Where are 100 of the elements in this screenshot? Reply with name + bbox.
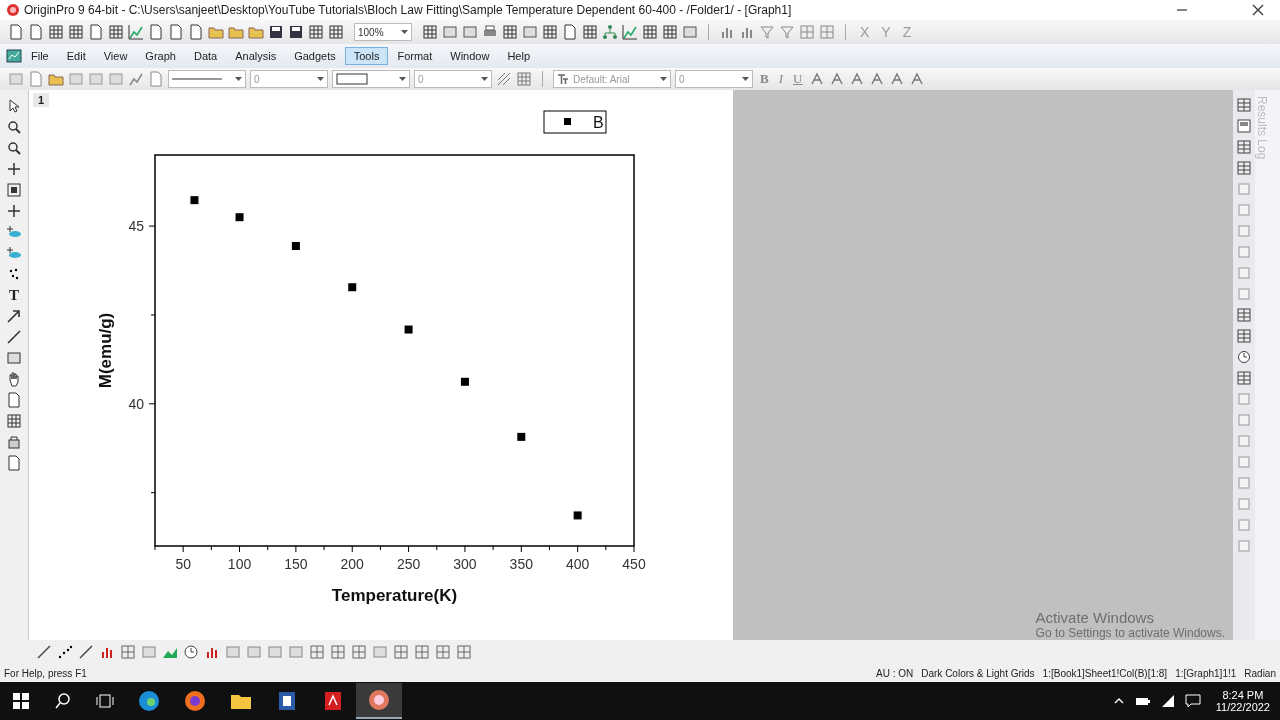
caret-icon (481, 77, 488, 81)
app-icon[interactable] (368, 689, 390, 711)
grid-icon[interactable] (48, 24, 64, 40)
tick-mark (150, 314, 156, 316)
axis-title: Temperature(K) (331, 586, 458, 605)
pdf-icon[interactable] (322, 690, 344, 712)
zoom-dropdown[interactable]: 100% (354, 23, 412, 41)
crosshair-icon[interactable] (6, 161, 22, 177)
page-icon[interactable] (562, 24, 578, 40)
funnel-icon[interactable] (759, 24, 775, 40)
close-icon[interactable] (1252, 4, 1264, 16)
menu-item[interactable]: Graph (136, 47, 185, 65)
task-view-icon[interactable] (96, 692, 114, 710)
line-style-dropdown[interactable] (168, 70, 246, 88)
format-icon[interactable] (829, 71, 846, 87)
status-help-text: For Help, press F1 (4, 667, 87, 679)
line-icon[interactable] (6, 329, 22, 345)
tick-label: 150 (284, 556, 308, 572)
page-icon[interactable] (148, 71, 164, 87)
format-icon[interactable] (809, 71, 826, 87)
pattern-icon[interactable] (496, 71, 512, 87)
grid-icon[interactable] (422, 24, 438, 40)
graph-window-icon[interactable] (6, 48, 22, 64)
page-icon[interactable] (88, 24, 104, 40)
pointer-icon[interactable] (6, 98, 22, 114)
box-icon[interactable] (6, 350, 22, 366)
windows-start-icon[interactable] (12, 692, 30, 710)
menu-item[interactable]: Tools (344, 47, 389, 65)
tick-mark (210, 545, 212, 551)
grid-icon[interactable] (502, 24, 518, 40)
menu-item[interactable]: Data (184, 47, 227, 65)
tick-mark (492, 545, 494, 551)
grid-icon[interactable] (582, 24, 598, 40)
tick-label: 40 (128, 395, 144, 412)
save-icon[interactable] (268, 24, 284, 40)
format-icon[interactable] (869, 71, 886, 87)
crosshair-icon[interactable] (6, 203, 22, 219)
data-point (291, 242, 300, 250)
search-icon[interactable] (54, 692, 72, 710)
tick-label: 400 (565, 556, 590, 572)
grid-icon[interactable] (68, 24, 84, 40)
grid-icon[interactable] (662, 24, 678, 40)
arrow-icon[interactable] (6, 308, 22, 324)
grid-icon[interactable] (6, 182, 22, 198)
grid-icon[interactable] (6, 413, 22, 429)
page-icon[interactable] (168, 24, 184, 40)
document-icon[interactable] (276, 690, 298, 712)
menu-item[interactable]: Format (388, 47, 442, 65)
page-icon[interactable] (28, 71, 44, 87)
tree-icon[interactable] (602, 24, 618, 40)
format-icon[interactable] (889, 71, 906, 87)
page-icon[interactable] (28, 24, 44, 40)
line-icon[interactable] (36, 644, 52, 660)
box-icon[interactable] (522, 24, 538, 40)
menu-item[interactable]: Gadgets (285, 47, 345, 65)
text-tool[interactable]: T (9, 287, 19, 303)
clock-icon[interactable] (183, 644, 199, 660)
grid-icon[interactable] (108, 24, 124, 40)
legend-box (543, 110, 607, 134)
page-icon[interactable] (148, 24, 164, 40)
browser-icon[interactable] (138, 690, 160, 712)
menu-item[interactable]: Edit (57, 47, 95, 65)
browser-icon[interactable] (184, 690, 206, 712)
wifi-icon[interactable] (1160, 694, 1175, 708)
notification-icon[interactable] (1184, 694, 1201, 708)
zoom-icon[interactable] (6, 119, 22, 135)
clock-icon[interactable] (1237, 350, 1251, 364)
format-icon[interactable] (849, 71, 866, 87)
tick-mark (267, 545, 269, 551)
grid-icon[interactable] (328, 24, 344, 40)
grid-icon[interactable] (642, 24, 658, 40)
page-icon[interactable] (6, 392, 22, 408)
border-style-dropdown[interactable] (332, 70, 410, 88)
tick-mark (577, 545, 579, 553)
page-icon[interactable] (188, 24, 204, 40)
caret-icon (660, 77, 667, 81)
menu-item[interactable]: View (94, 47, 137, 65)
page-icon[interactable] (6, 455, 22, 471)
tick-mark (148, 225, 156, 227)
funnel-icon[interactable] (779, 24, 795, 40)
font-icon (557, 73, 569, 85)
page-icon[interactable] (1237, 119, 1251, 133)
menu-item[interactable]: File (22, 47, 58, 65)
grid-icon[interactable] (308, 24, 324, 40)
hand-icon[interactable] (6, 371, 22, 387)
line-icon[interactable] (78, 644, 94, 660)
grid-icon[interactable] (542, 24, 558, 40)
format-icon[interactable] (909, 71, 926, 87)
save-icon[interactable] (288, 24, 304, 40)
page-icon[interactable] (8, 24, 24, 40)
tick-mark (323, 545, 325, 551)
menu-item[interactable]: Window (441, 47, 499, 65)
menu-item[interactable]: Help (498, 47, 540, 65)
box-icon[interactable] (462, 24, 478, 40)
box-icon[interactable] (682, 24, 698, 40)
dots-icon[interactable] (57, 644, 73, 660)
zoom-icon[interactable] (6, 140, 22, 156)
menu-item[interactable]: Analysis (226, 47, 286, 65)
battery-icon[interactable] (1134, 695, 1151, 707)
box-icon[interactable] (442, 24, 458, 40)
